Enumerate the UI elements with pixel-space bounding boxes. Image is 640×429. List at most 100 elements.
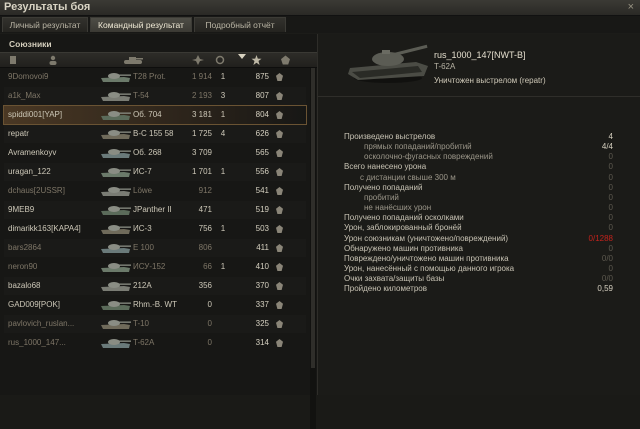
stat-row: Получено попаданий 0 bbox=[318, 183, 640, 193]
table-row[interactable]: 9MEB9 JPanther II 471 519 bbox=[4, 201, 306, 219]
experience-value: 807 bbox=[255, 91, 269, 100]
table-row[interactable]: rus_1000_147... T-62A 0 314 bbox=[4, 334, 306, 352]
stat-row: прямых попаданий/пробитий 4/4 bbox=[318, 142, 640, 152]
medal-icon bbox=[276, 92, 283, 100]
detail-vehicle-name: T-62A bbox=[434, 62, 456, 71]
stat-label: Всего нанесено урона bbox=[344, 162, 427, 172]
medal-icon bbox=[276, 244, 283, 252]
table-row[interactable]: Avramenkoyv Об. 268 3 709 565 bbox=[4, 144, 306, 162]
table-row[interactable]: a1k_Max T-54 2 193 3 807 bbox=[4, 87, 306, 105]
stat-label: Получено попаданий осколками bbox=[344, 213, 464, 223]
scrollbar-thumb[interactable] bbox=[311, 68, 315, 368]
detail-panel: rus_1000_147[NWT-B] T-62A Уничтожен выст… bbox=[318, 34, 640, 395]
tab-bar: Личный результат Командный результат Под… bbox=[0, 16, 640, 33]
table-row[interactable]: bars2864 E 100 806 411 bbox=[4, 239, 306, 257]
experience-value: 565 bbox=[255, 148, 269, 157]
battle-results-window: Результаты боя × Личный результат Команд… bbox=[0, 0, 640, 429]
detail-player-name: rus_1000_147[NWT-B] bbox=[434, 50, 526, 60]
title-bar: Результаты боя × bbox=[0, 0, 640, 16]
player-name: dchaus[2USSR] bbox=[8, 186, 65, 195]
kills-value: 3 bbox=[220, 91, 226, 100]
table-row[interactable]: uragan_122 ИС-7 1 701 1 556 bbox=[4, 163, 306, 181]
damage-value: 1 914 bbox=[191, 72, 212, 81]
medal-icon bbox=[276, 263, 283, 271]
table-row[interactable]: bazalo68 212A 356 370 bbox=[4, 277, 306, 295]
frag-icon[interactable] bbox=[215, 55, 225, 65]
damage-value: 806 bbox=[198, 243, 212, 252]
medal-icon bbox=[276, 73, 283, 81]
kills-value: 1 bbox=[220, 224, 226, 233]
damage-value: 0 bbox=[207, 338, 212, 347]
table-row[interactable]: spiddi001[YAP] Об. 704 3 181 1 804 bbox=[3, 105, 307, 125]
tank-icon bbox=[101, 263, 131, 272]
damage-value: 0 bbox=[207, 319, 212, 328]
tank-icon[interactable] bbox=[122, 55, 144, 65]
tank-icon bbox=[101, 301, 131, 310]
tank-icon bbox=[101, 225, 131, 234]
stat-value: 0 bbox=[608, 243, 613, 253]
stat-row: Пройдено километров 0,59 bbox=[318, 284, 640, 294]
stat-value: 0/0 bbox=[601, 253, 613, 263]
table-row[interactable]: GAD009[POK] Rhm.-B. WT 0 337 bbox=[4, 296, 306, 314]
stat-row: Повреждено/уничтожено машин противника 0/… bbox=[318, 254, 640, 264]
player-name: neron90 bbox=[8, 262, 38, 271]
stat-value: 0 bbox=[608, 223, 613, 233]
stat-row: Обнаружено машин противника 0 bbox=[318, 244, 640, 254]
damage-icon[interactable] bbox=[192, 55, 204, 65]
medal-icon bbox=[276, 206, 283, 214]
player-name: dimarikk163[KAPA4] bbox=[8, 224, 81, 233]
damage-value: 2 193 bbox=[191, 91, 212, 100]
roster-scrollbar[interactable] bbox=[310, 68, 316, 429]
tank-icon bbox=[101, 130, 131, 139]
medal-icon bbox=[276, 301, 283, 309]
tank-icon bbox=[101, 187, 131, 196]
medal-icon bbox=[276, 320, 283, 328]
kills-value: 4 bbox=[220, 129, 226, 138]
stat-row: Произведено выстрелов 4 bbox=[318, 132, 640, 142]
experience-value: 337 bbox=[255, 300, 269, 309]
table-row[interactable]: repatr В-С 155 58 1 725 4 626 bbox=[4, 125, 306, 143]
damage-value: 1 725 bbox=[191, 129, 212, 138]
experience-value: 804 bbox=[255, 110, 269, 119]
stat-label: осколочно-фугасных повреждений bbox=[364, 152, 493, 162]
tab-team-result[interactable]: Командный результат bbox=[90, 17, 192, 32]
experience-value: 875 bbox=[255, 72, 269, 81]
experience-star-icon[interactable] bbox=[251, 55, 262, 65]
table-row[interactable]: neron90 ИСУ-152 66 1 410 bbox=[4, 258, 306, 276]
table-row[interactable]: dimarikk163[KAPA4] ИС-3 756 1 503 bbox=[4, 220, 306, 238]
stat-row: пробитий 0 bbox=[318, 193, 640, 203]
stat-value: 0 bbox=[608, 203, 613, 213]
stat-value: 0 bbox=[608, 162, 613, 172]
player-name: bazalo68 bbox=[8, 281, 41, 290]
player-icon[interactable] bbox=[48, 55, 58, 65]
stat-label: Повреждено/уничтожено машин противника bbox=[344, 253, 509, 263]
medal-icon[interactable] bbox=[281, 55, 290, 65]
experience-value: 325 bbox=[255, 319, 269, 328]
stat-value: 4/4 bbox=[601, 142, 613, 152]
stat-value: 0 bbox=[608, 213, 613, 223]
player-name: rus_1000_147... bbox=[8, 338, 66, 347]
close-icon[interactable]: × bbox=[628, 1, 634, 13]
stat-label: Обнаружено машин противника bbox=[344, 243, 463, 253]
stat-label: Произведено выстрелов bbox=[344, 132, 436, 141]
tank-icon bbox=[101, 168, 131, 177]
player-name: uragan_122 bbox=[8, 167, 51, 176]
sort-arrow-icon[interactable] bbox=[238, 52, 246, 62]
player-name: bars2864 bbox=[8, 243, 42, 252]
vehicle-tank-icon bbox=[348, 44, 428, 83]
table-row[interactable]: dchaus[2USSR] Löwe 912 541 bbox=[4, 182, 306, 200]
stat-value: 4 bbox=[608, 132, 613, 141]
status-icon[interactable] bbox=[8, 55, 18, 65]
tab-detailed-report[interactable]: Подробный отчёт bbox=[194, 17, 286, 32]
experience-value: 410 bbox=[255, 262, 269, 271]
tab-personal-result[interactable]: Личный результат bbox=[2, 17, 88, 32]
window-title: Результаты боя bbox=[4, 1, 91, 13]
table-row[interactable]: pavlovich_ruslan... T-10 0 325 bbox=[4, 315, 306, 333]
damage-value: 912 bbox=[198, 186, 212, 195]
table-row[interactable]: 9Domovoi9 T28 Prot. 1 914 1 875 bbox=[4, 68, 306, 86]
tank-icon bbox=[101, 320, 131, 329]
medal-icon bbox=[276, 225, 283, 233]
stat-label: Пройдено километров bbox=[344, 284, 427, 294]
experience-value: 626 bbox=[255, 129, 269, 138]
tank-icon bbox=[101, 73, 131, 82]
